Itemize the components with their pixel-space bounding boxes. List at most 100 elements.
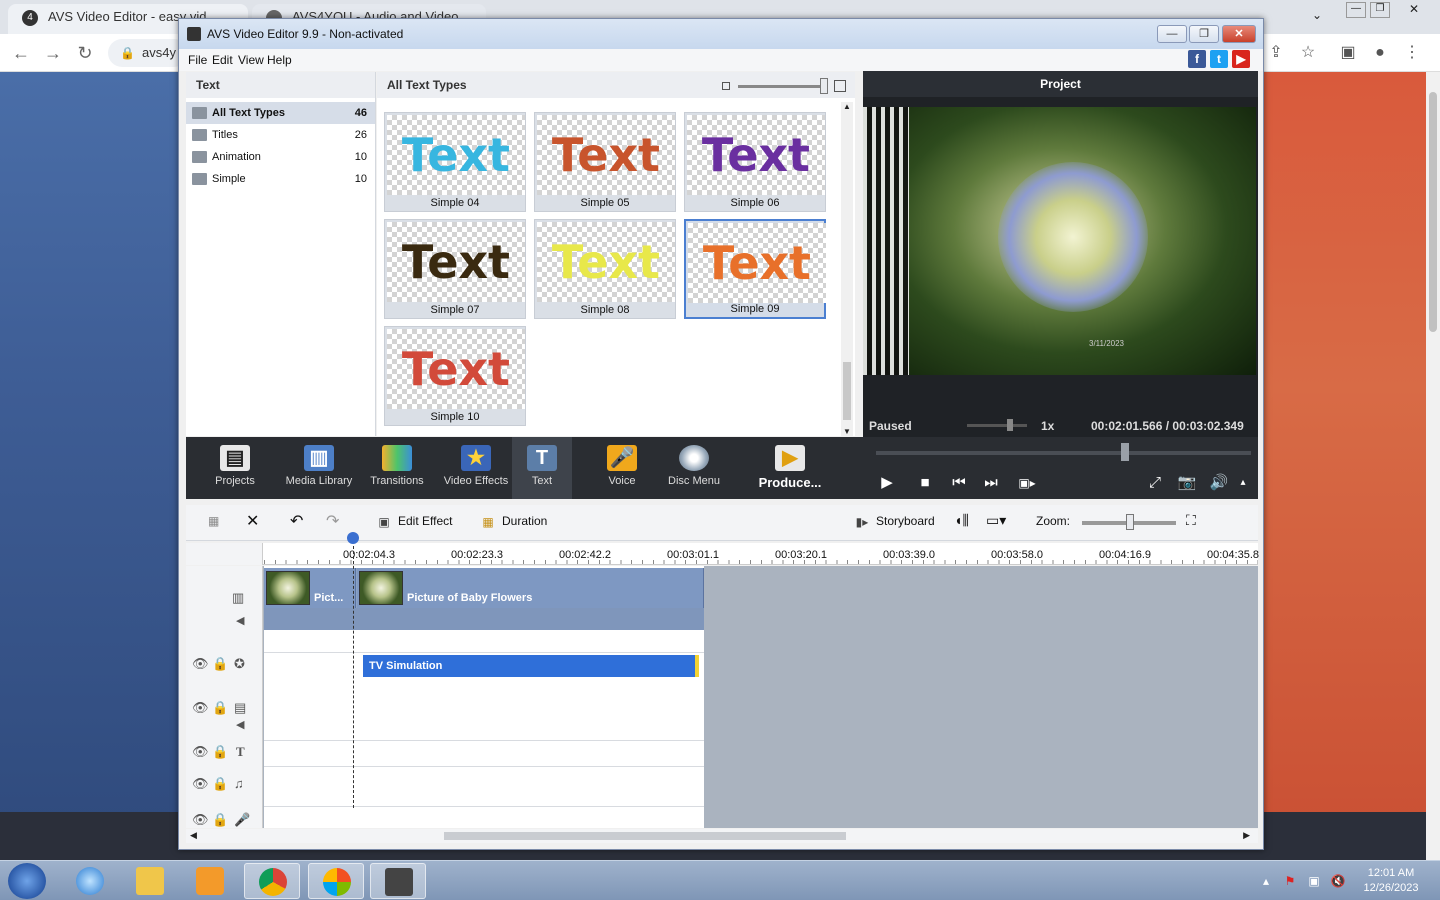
browser-menu-icon[interactable]: ⋮ bbox=[1401, 42, 1423, 64]
taskbar-internet-explorer[interactable] bbox=[62, 863, 118, 899]
thumbnail-size-slider[interactable] bbox=[722, 78, 852, 94]
share-icon[interactable]: ⇪ bbox=[1265, 42, 1287, 64]
playhead-handle[interactable] bbox=[347, 532, 359, 544]
volume-expand-icon[interactable]: ▴ bbox=[1232, 473, 1254, 493]
browser-close-icon[interactable]: ✕ bbox=[1404, 2, 1424, 18]
text-style-tile[interactable]: Text Simple 10 bbox=[384, 326, 526, 426]
display-options-icon[interactable]: ▭▾ bbox=[986, 512, 1006, 529]
text-style-tile[interactable]: Text Simple 09 bbox=[684, 219, 826, 319]
zoom-slider-knob[interactable] bbox=[1126, 514, 1134, 530]
bookmark-star-icon[interactable]: ☆ bbox=[1297, 42, 1319, 64]
taskbar-avs-video-editor[interactable] bbox=[370, 863, 426, 899]
profile-icon[interactable]: ● bbox=[1369, 42, 1391, 64]
taskbar-windows-app[interactable] bbox=[308, 863, 364, 899]
window-maximize-button[interactable]: ❐ bbox=[1189, 25, 1219, 43]
youtube-icon[interactable]: ▶ bbox=[1232, 50, 1250, 68]
text-style-tile[interactable]: Text Simple 07 bbox=[384, 219, 526, 319]
taskbar-file-explorer[interactable] bbox=[122, 863, 178, 899]
category-animation[interactable]: Animation 10 bbox=[186, 146, 375, 168]
storyboard-button[interactable]: ▮▸ Storyboard bbox=[854, 514, 935, 530]
text-style-tile[interactable]: Text Simple 08 bbox=[534, 219, 676, 319]
timeline-horizontal-scrollbar[interactable]: ◀ ▶ bbox=[186, 829, 1258, 843]
menu-edit[interactable]: Edit bbox=[212, 53, 233, 67]
volume-icon[interactable]: 🔊 bbox=[1208, 473, 1230, 493]
window-minimize-button[interactable]: — bbox=[1157, 25, 1187, 43]
tv-simulation-effect-clip[interactable]: TV Simulation bbox=[363, 655, 699, 677]
undo-icon[interactable]: ↶ bbox=[290, 511, 303, 531]
reload-icon[interactable]: ↻ bbox=[74, 42, 96, 64]
speed-slider-knob[interactable] bbox=[1007, 419, 1013, 431]
snapshot-camera-icon[interactable]: 📷 bbox=[1176, 473, 1198, 493]
taskbar-chrome[interactable] bbox=[244, 863, 300, 899]
scroll-down-icon[interactable]: ▼ bbox=[843, 427, 851, 436]
seek-bar-knob[interactable] bbox=[1121, 443, 1129, 461]
forward-arrow-icon[interactable]: → bbox=[42, 42, 64, 64]
system-clock[interactable]: 12:01 AM 12/26/2023 bbox=[1356, 866, 1426, 896]
category-simple[interactable]: Simple 10 bbox=[186, 168, 375, 190]
start-button[interactable] bbox=[8, 863, 46, 899]
media-library-button[interactable]: ▥ Media Library bbox=[282, 437, 356, 499]
projects-button[interactable]: ▤ Projects bbox=[200, 437, 270, 499]
facebook-icon[interactable]: f bbox=[1188, 50, 1206, 68]
voice-button[interactable]: 🎤 Voice bbox=[594, 437, 650, 499]
menu-view[interactable]: View bbox=[238, 53, 264, 67]
split-icon[interactable]: ▦ bbox=[208, 514, 219, 528]
video-effects-button[interactable]: ★ Video Effects bbox=[440, 437, 512, 499]
tab-list-chevron-icon[interactable]: ⌄ bbox=[1312, 8, 1322, 22]
stop-icon[interactable]: ■ bbox=[914, 473, 936, 493]
lock-track-icon[interactable]: 🔒 bbox=[212, 812, 228, 828]
fullscreen-icon[interactable]: ⤢ bbox=[1144, 473, 1166, 493]
action-center-flag-icon[interactable]: ⚑ bbox=[1282, 873, 1298, 889]
address-bar[interactable]: 🔒 avs4y bbox=[108, 39, 188, 67]
produce-button[interactable]: ▶ Produce... bbox=[750, 437, 830, 499]
webpage-scrollbar-thumb[interactable] bbox=[1429, 92, 1437, 332]
timeline-scrollbar-thumb[interactable] bbox=[444, 832, 846, 840]
category-titles[interactable]: Titles 26 bbox=[186, 124, 375, 146]
visibility-eye-icon[interactable]: 👁 bbox=[192, 812, 209, 828]
show-hidden-icons-icon[interactable]: ▴ bbox=[1258, 873, 1274, 889]
audio-mixer-icon[interactable]: ◖⫼ bbox=[954, 512, 969, 529]
text-style-tile[interactable]: Text Simple 06 bbox=[684, 112, 826, 212]
duration-button[interactable]: ▦ Duration bbox=[480, 514, 547, 530]
delete-icon[interactable]: ✕ bbox=[246, 511, 259, 531]
menu-help[interactable]: Help bbox=[267, 53, 292, 67]
sidebar-icon[interactable]: ▣ bbox=[1337, 42, 1359, 64]
volume-muted-icon[interactable]: 🔇 bbox=[1330, 873, 1346, 889]
browser-restore-icon[interactable]: ❐ bbox=[1370, 2, 1390, 18]
window-titlebar[interactable]: AVS Video Editor 9.9 - Non-activated — ❐… bbox=[179, 19, 1263, 49]
scroll-right-icon[interactable]: ▶ bbox=[1243, 830, 1250, 841]
seek-bar[interactable] bbox=[876, 451, 1251, 455]
text-button[interactable]: T Text bbox=[512, 437, 572, 499]
window-close-button[interactable]: ✕ bbox=[1222, 25, 1256, 43]
text-style-tile[interactable]: Text Simple 04 bbox=[384, 112, 526, 212]
category-all-text-types[interactable]: All Text Types 46 bbox=[186, 102, 375, 124]
gallery-scrollbar-thumb[interactable] bbox=[843, 362, 851, 420]
video-audio-subtrack[interactable] bbox=[264, 608, 704, 630]
twitter-icon[interactable]: t bbox=[1210, 50, 1228, 68]
visibility-eye-icon[interactable]: 👁 bbox=[192, 700, 209, 716]
lock-track-icon[interactable]: 🔒 bbox=[212, 776, 228, 792]
visibility-eye-icon[interactable]: 👁 bbox=[192, 656, 209, 672]
transitions-button[interactable]: Transitions bbox=[366, 437, 428, 499]
visibility-eye-icon[interactable]: 👁 bbox=[192, 744, 209, 760]
disc-menu-button[interactable]: Disc Menu bbox=[662, 437, 726, 499]
play-range-icon[interactable]: ▣▸ bbox=[1016, 473, 1038, 493]
back-arrow-icon[interactable]: ← bbox=[10, 42, 32, 64]
taskbar-media-player[interactable] bbox=[182, 863, 238, 899]
speed-slider[interactable] bbox=[967, 424, 1027, 427]
scroll-left-icon[interactable]: ◀ bbox=[190, 830, 197, 841]
menu-file[interactable]: File bbox=[188, 53, 207, 67]
lock-track-icon[interactable]: 🔒 bbox=[212, 744, 228, 760]
text-style-tile[interactable]: Text Simple 05 bbox=[534, 112, 676, 212]
redo-icon[interactable]: ↷ bbox=[326, 511, 339, 531]
previous-frame-icon[interactable]: ⏮ bbox=[948, 473, 970, 493]
scroll-up-icon[interactable]: ▲ bbox=[843, 102, 851, 111]
timeline-ruler[interactable]: 00:02:04.3 00:02:23.3 00:02:42.2 00:03:0… bbox=[186, 543, 1259, 565]
edit-effect-button[interactable]: ▣ Edit Effect bbox=[376, 514, 452, 530]
next-frame-icon[interactable]: ⏭ bbox=[980, 473, 1002, 493]
play-icon[interactable]: ▶ bbox=[876, 473, 898, 493]
lock-track-icon[interactable]: 🔒 bbox=[212, 700, 228, 716]
video-clip-2[interactable]: Picture of Baby Flowers bbox=[357, 568, 704, 608]
webpage-scrollbar[interactable] bbox=[1426, 72, 1440, 860]
visibility-eye-icon[interactable]: 👁 bbox=[192, 776, 209, 792]
